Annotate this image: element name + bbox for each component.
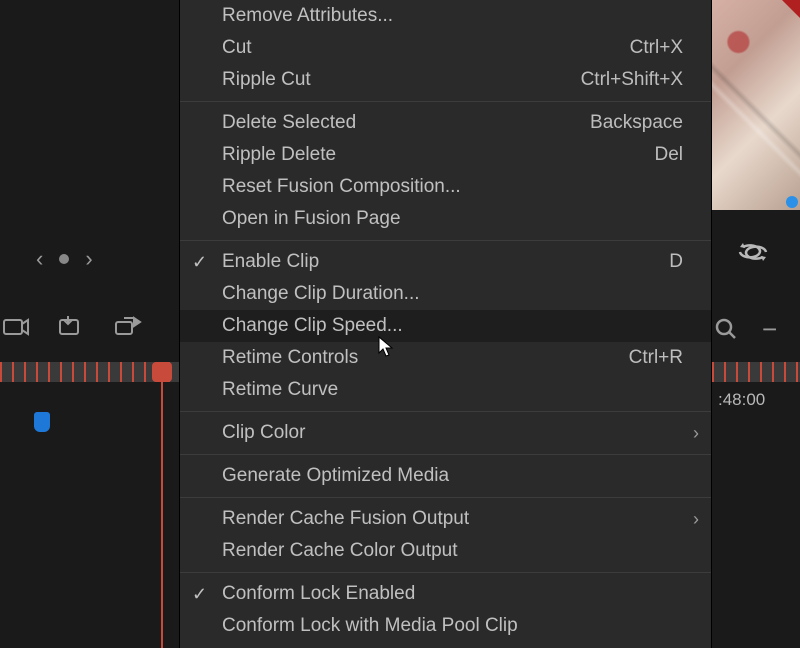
menu-item[interactable]: Ripple DeleteDel <box>180 139 711 171</box>
zoom-out-icon[interactable]: − <box>762 316 777 342</box>
menu-item[interactable]: Clip Color› <box>180 417 711 449</box>
timeline-timecode: :48:00 <box>718 390 765 410</box>
menu-item-label: Ripple Delete <box>222 144 654 166</box>
menu-item-shortcut: Del <box>654 144 691 166</box>
menu-item-label: Clip Color <box>222 422 691 444</box>
menu-separator <box>180 454 711 455</box>
menu-item-label: Retime Controls <box>222 347 629 369</box>
menu-item-shortcut: Backspace <box>590 112 691 134</box>
menu-item[interactable]: Reset Fusion Composition... <box>180 171 711 203</box>
menu-item[interactable]: Change Clip Duration... <box>180 278 711 310</box>
menu-item[interactable]: Open in Fusion Page <box>180 203 711 235</box>
menu-item-label: Open in Fusion Page <box>222 208 691 230</box>
menu-separator <box>180 411 711 412</box>
loop-icon[interactable] <box>736 240 770 264</box>
replace-clip-icon[interactable] <box>112 312 146 342</box>
menu-item-label: Cut <box>222 37 630 59</box>
menu-item-label: Retime Curve <box>222 379 691 401</box>
insert-clip-icon[interactable] <box>0 312 34 342</box>
prev-clip-icon[interactable]: ‹ <box>36 246 43 272</box>
viewer-nav: ‹ › <box>36 246 93 272</box>
menu-separator <box>180 101 711 102</box>
menu-item[interactable]: Delete SelectedBackspace <box>180 107 711 139</box>
clip-flag-icon <box>782 0 800 18</box>
overwrite-clip-icon[interactable] <box>56 312 90 342</box>
menu-item-label: Generate Optimized Media <box>222 465 691 487</box>
menu-item[interactable]: Change Clip Speed... <box>180 310 711 342</box>
search-icon[interactable] <box>714 317 738 341</box>
viewer-image <box>712 0 800 210</box>
menu-separator <box>180 240 711 241</box>
menu-item-label: Remove Attributes... <box>222 5 691 27</box>
menu-item[interactable]: CutCtrl+X <box>180 32 711 64</box>
menu-item-shortcut: D <box>669 251 691 273</box>
menu-separator <box>180 497 711 498</box>
menu-item-label: Change Clip Speed... <box>222 315 691 337</box>
menu-item[interactable]: Remove Attributes... <box>180 0 711 32</box>
check-icon: ✓ <box>192 252 207 273</box>
menu-item[interactable]: Generate Optimized Media <box>180 460 711 492</box>
menu-item-label: Ripple Cut <box>222 69 581 91</box>
playhead[interactable] <box>152 362 172 648</box>
check-icon: ✓ <box>192 584 207 605</box>
menu-item[interactable]: Render Cache Color Output <box>180 535 711 567</box>
timeline-toolbar <box>0 312 146 342</box>
menu-item-label: Delete Selected <box>222 112 590 134</box>
menu-item-label: Render Cache Color Output <box>222 540 691 562</box>
chevron-right-icon: › <box>693 423 699 444</box>
playhead-line <box>161 372 163 648</box>
menu-item-label: Conform Lock with Media Pool Clip <box>222 615 691 637</box>
menu-item[interactable]: Retime Curve <box>180 374 711 406</box>
menu-item-label: Change Clip Duration... <box>222 283 691 305</box>
menu-item[interactable]: ✓ Enable ClipD <box>180 246 711 278</box>
menu-item[interactable]: Conform Lock with Media Pool Clip <box>180 610 711 642</box>
current-clip-dot-icon <box>59 254 69 264</box>
menu-item[interactable]: Retime ControlsCtrl+R <box>180 342 711 374</box>
menu-item-label: Render Cache Fusion Output <box>222 508 691 530</box>
menu-item-shortcut: Ctrl+Shift+X <box>581 69 691 91</box>
viewer-preview[interactable] <box>712 0 800 210</box>
menu-item-label: Conform Lock Enabled <box>222 583 691 605</box>
menu-item[interactable]: Render Cache Fusion Output› <box>180 503 711 535</box>
menu-item[interactable]: Ripple CutCtrl+Shift+X <box>180 64 711 96</box>
menu-item-label: Enable Clip <box>222 251 669 273</box>
clip-context-menu: Remove Attributes...CutCtrl+XRipple CutC… <box>179 0 712 648</box>
viewer-corner-handle[interactable] <box>786 196 798 208</box>
menu-item-shortcut: Ctrl+X <box>630 37 691 59</box>
menu-separator <box>180 572 711 573</box>
menu-item-label: Reset Fusion Composition... <box>222 176 691 198</box>
next-clip-icon[interactable]: › <box>85 246 92 272</box>
timeline-ruler-right[interactable] <box>712 362 800 382</box>
menu-item-shortcut: Ctrl+R <box>629 347 691 369</box>
timeline-marker[interactable] <box>34 412 50 432</box>
timeline-right-tools: − <box>714 316 777 342</box>
chevron-right-icon: › <box>693 509 699 530</box>
menu-item[interactable]: ✓ Conform Lock Enabled <box>180 578 711 610</box>
